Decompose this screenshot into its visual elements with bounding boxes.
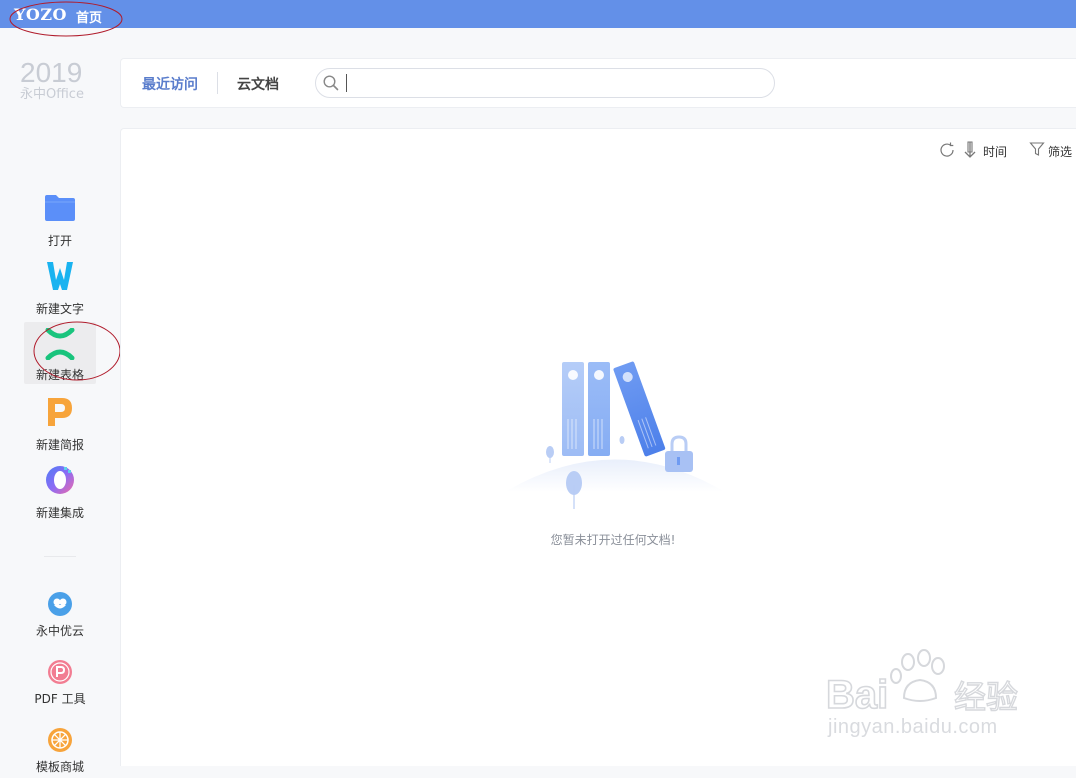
sidebar-item-pdf-tools[interactable]: PDF 工具 xyxy=(24,660,96,710)
home-tab[interactable]: 首页 xyxy=(76,7,102,26)
watermark-url: jingyan.baidu.com xyxy=(828,716,998,738)
sidebar-item-new-spreadsheet[interactable]: 新建表格 xyxy=(24,322,96,384)
empty-state-message: 您暂未打开过任何文档! xyxy=(550,533,676,547)
cloud-icon xyxy=(48,592,72,620)
sidebar-item-new-integrated[interactable]: 新建集成 xyxy=(24,464,96,524)
sidebar-item-label: 永中优云 xyxy=(35,624,84,638)
sidebar-item-label: 打开 xyxy=(47,234,72,248)
text-caret xyxy=(346,74,347,92)
sidebar-item-label: 新建表格 xyxy=(35,368,84,382)
tab-recent[interactable]: 最近访问 xyxy=(142,74,198,94)
app-logo: YOZO xyxy=(14,5,67,24)
spreadsheet-x-icon xyxy=(44,327,76,364)
sidebar-item-new-word[interactable]: 新建文字 xyxy=(24,260,96,320)
sidebar-item-open[interactable]: 打开 xyxy=(24,192,96,252)
filter-funnel-icon[interactable] xyxy=(1029,141,1045,161)
brand-year: 2019 xyxy=(20,57,83,88)
brand-block: 2019 永中Office xyxy=(20,58,95,102)
pdf-icon xyxy=(48,660,72,688)
svg-text:经验: 经验 xyxy=(954,678,1018,714)
refresh-icon[interactable] xyxy=(938,141,956,163)
word-w-icon xyxy=(44,260,76,296)
sidebar-item-template-store[interactable]: 模板商城 xyxy=(24,728,96,778)
filter-button[interactable]: 筛选 xyxy=(1048,143,1072,160)
sidebar-divider xyxy=(44,556,76,557)
baidu-watermark: Bai 经验 xyxy=(825,649,1019,714)
sidebar-item-label: 模板商城 xyxy=(35,760,84,774)
search-icon xyxy=(323,75,339,95)
presentation-p-icon xyxy=(44,396,76,432)
tab-cloud-docs[interactable]: 云文档 xyxy=(237,74,279,94)
sidebar-item-label: 新建集成 xyxy=(35,506,84,520)
sidebar-item-yozo-cloud[interactable]: 永中优云 xyxy=(24,592,96,642)
integrated-o-icon xyxy=(44,464,76,500)
top-bar: 最近访问 云文档 xyxy=(120,58,1076,108)
sidebar-item-new-presentation[interactable]: 新建简报 xyxy=(24,396,96,456)
sidebar-item-label: 新建文字 xyxy=(35,302,84,316)
empty-state-illustration xyxy=(505,361,725,509)
sidebar-item-label: PDF 工具 xyxy=(34,692,86,706)
svg-text:Bai: Bai xyxy=(826,673,888,714)
search-box[interactable] xyxy=(315,68,775,98)
folder-icon xyxy=(44,192,76,226)
sort-time-button[interactable]: 时间 xyxy=(983,143,1007,160)
title-bar: YOZO 首页 xyxy=(0,0,1076,28)
sidebar-item-label: 新建简报 xyxy=(35,438,84,452)
sort-down-arrow-icon[interactable] xyxy=(962,140,978,164)
search-input[interactable] xyxy=(350,72,754,94)
brand-name: 永中Office xyxy=(20,87,84,102)
orange-slice-icon xyxy=(48,728,72,756)
tab-divider xyxy=(217,72,218,94)
